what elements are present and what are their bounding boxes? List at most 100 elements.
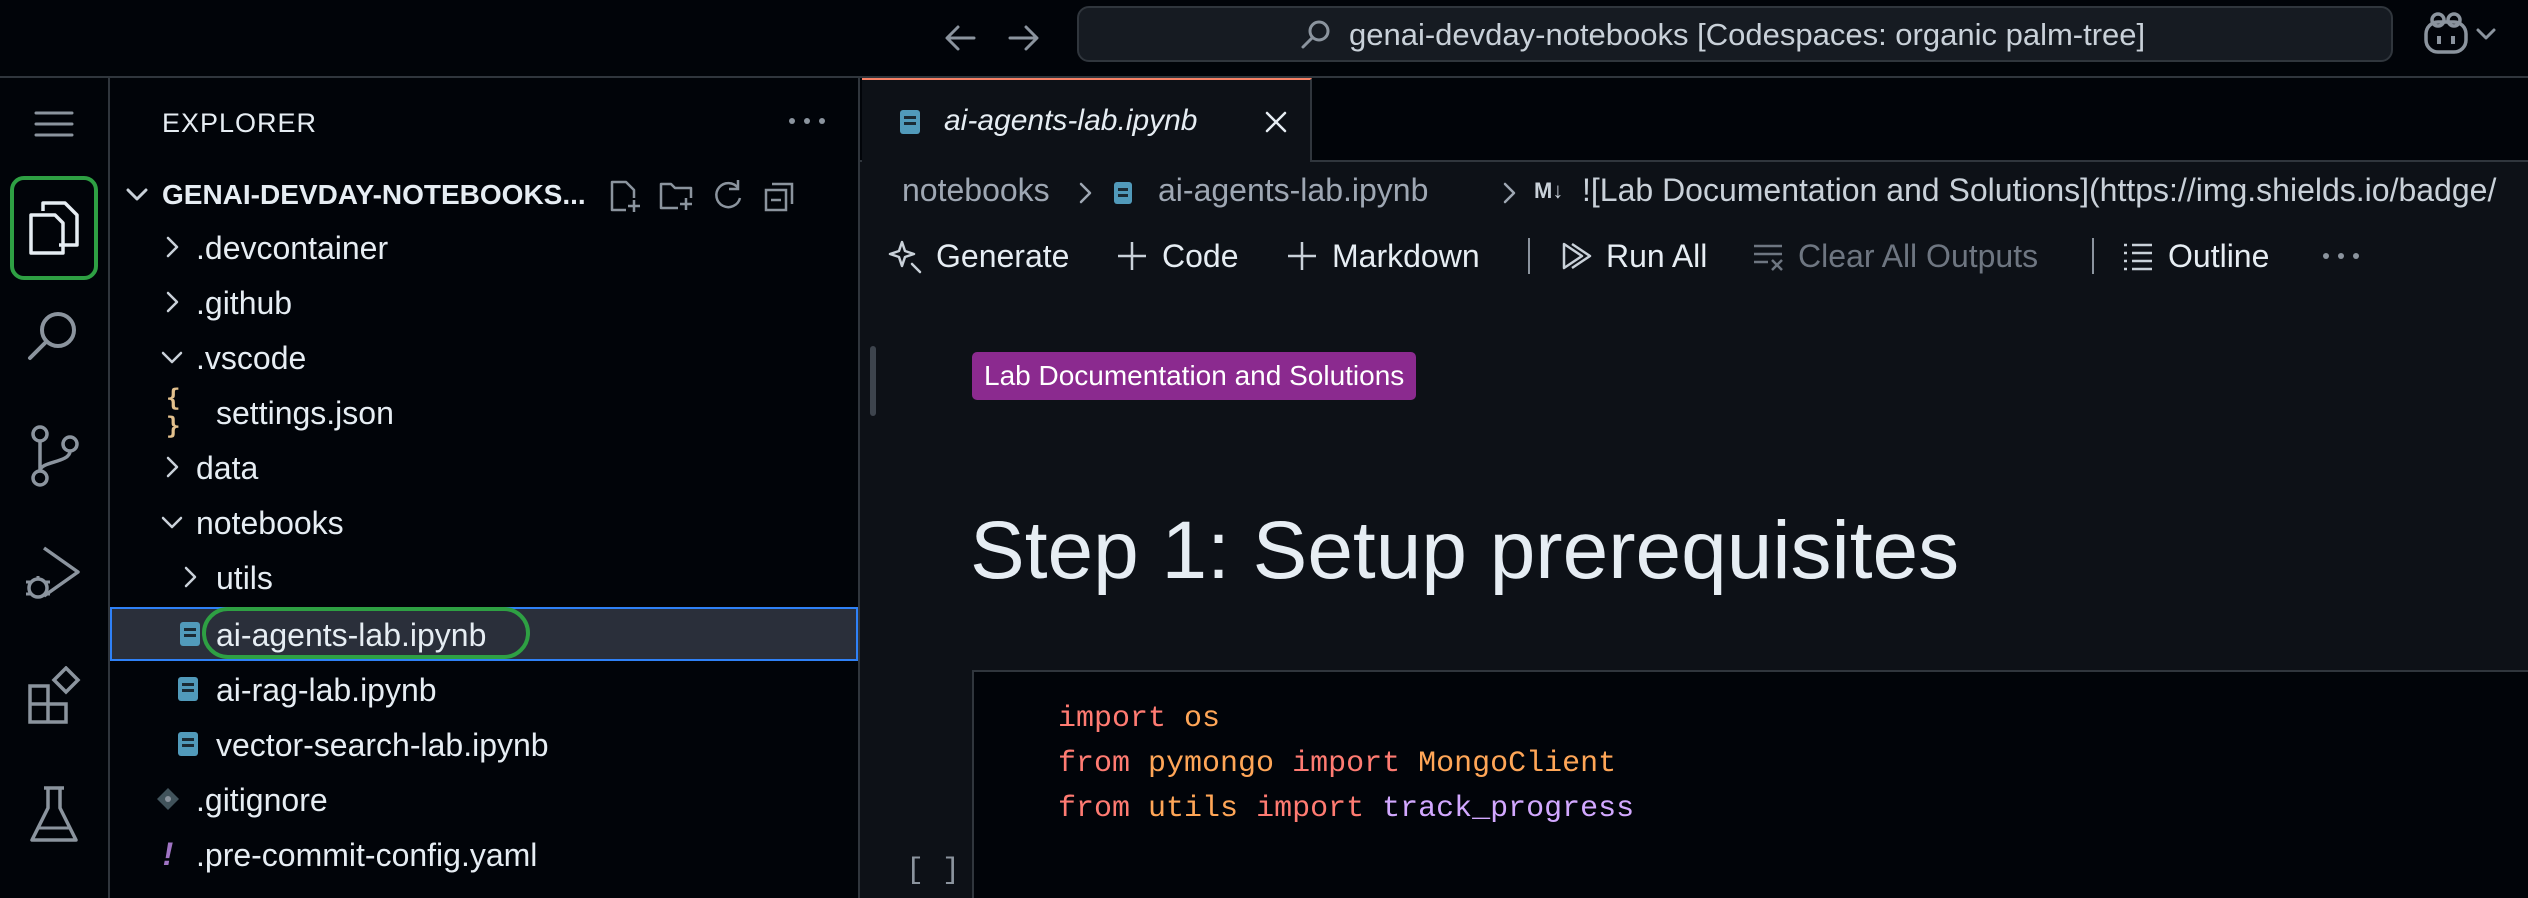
git-diamond-icon: [154, 785, 182, 813]
tree-item-ai-rag-lab[interactable]: ai-rag-lab.ipynb: [110, 662, 858, 716]
explorer-title: EXPLORER: [162, 108, 318, 138]
tree-item-pre-commit-config[interactable]: ! .pre-commit-config.yaml: [110, 827, 858, 881]
notebook-icon: [898, 108, 924, 136]
close-icon[interactable]: [1262, 108, 1290, 136]
tree-item-label: .gitignore: [196, 782, 328, 818]
add-markdown-cell-button[interactable]: Markdown: [1284, 228, 1480, 284]
breadcrumb-folder[interactable]: notebooks: [902, 172, 1050, 209]
tree-item-label: settings.json: [216, 395, 394, 431]
breadcrumb-file[interactable]: ai-agents-lab.ipynb: [1158, 172, 1428, 209]
workspace-root-folder[interactable]: GENAI-DEVDAY-NOTEBOOKS...: [110, 168, 858, 220]
tree-item-vscode[interactable]: .vscode: [110, 330, 858, 384]
add-code-cell-button[interactable]: Code: [1114, 228, 1239, 284]
code-token: from: [1058, 792, 1131, 826]
lab-docs-badge[interactable]: Lab Documentation and Solutions: [972, 352, 1417, 400]
run-all-icon: [1562, 242, 1592, 270]
code-line: from pymongo import MongoClient: [1058, 747, 1616, 781]
code-token: track_progress: [1382, 792, 1635, 826]
copilot-menu-button[interactable]: [2422, 12, 2502, 58]
tree-item-devcontainer[interactable]: .devcontainer: [110, 220, 858, 274]
chevron-down-icon: [158, 343, 186, 371]
tree-item-label: ai-agents-lab.ipynb: [216, 617, 487, 653]
scroll-indicator[interactable]: [870, 346, 876, 416]
chevron-down-icon: [122, 180, 152, 210]
run-all-button[interactable]: Run All: [1558, 228, 1707, 284]
plus-icon: [1118, 242, 1146, 270]
refresh-icon[interactable]: [710, 178, 746, 214]
run-all-label: Run All: [1606, 237, 1708, 274]
tree-item-label: .devcontainer: [196, 230, 389, 266]
breadcrumb-cell[interactable]: ![Lab Documentation and Solutions](https…: [1582, 172, 2496, 209]
tree-item-label: notebooks: [196, 505, 344, 541]
tab-strip: ai-agents-lab.ipynb: [860, 78, 2528, 162]
outline-list-icon: [2124, 243, 2152, 271]
collapse-all-icon[interactable]: [762, 178, 798, 214]
code-token: import: [1256, 792, 1365, 826]
chevron-right-icon: [176, 563, 204, 591]
tree-item-github[interactable]: .github: [110, 275, 858, 329]
code-token: pymongo: [1148, 747, 1275, 781]
extensions-icon[interactable]: [12, 654, 96, 738]
code-token: import: [1292, 747, 1401, 781]
notebook-toolbar: Generate Code Markdown Run All Clear All…: [860, 228, 2528, 284]
chevron-right-icon: [158, 453, 186, 481]
tree-item-gitignore[interactable]: .gitignore: [110, 772, 858, 826]
back-arrow-icon[interactable]: [940, 18, 980, 58]
tree-item-notebooks[interactable]: notebooks: [110, 495, 858, 549]
code-token: import: [1058, 702, 1167, 736]
tree-item-settings-json[interactable]: { } settings.json: [110, 384, 858, 440]
code-line: import os: [1058, 702, 1220, 736]
tree-item-utils[interactable]: utils: [110, 550, 858, 604]
clear-all-outputs-button[interactable]: Clear All Outputs: [1750, 228, 2038, 284]
notebook-icon: [174, 675, 202, 703]
tree-item-data[interactable]: data: [110, 440, 858, 494]
execution-count: [ ]: [906, 854, 961, 888]
command-center-text: genai-devday-notebooks [Codespaces: orga…: [1349, 17, 2146, 52]
json-file-icon: { }: [166, 384, 181, 440]
markdown-icon: M↓: [1534, 178, 1564, 203]
chevron-right-icon: [1498, 180, 1520, 206]
generate-button[interactable]: Generate: [888, 228, 1069, 284]
editor-area: ai-agents-lab.ipynb notebooks ai-agents-…: [860, 78, 2528, 898]
notebook-icon: [1112, 178, 1136, 208]
explorer-icon[interactable]: [10, 176, 98, 280]
tree-item-label: ai-rag-lab.ipynb: [216, 672, 437, 708]
forward-arrow-icon[interactable]: [1004, 18, 1044, 58]
new-file-icon[interactable]: [606, 178, 642, 214]
outline-label: Outline: [2168, 237, 2270, 274]
outline-button[interactable]: Outline: [2120, 228, 2269, 284]
generate-label: Generate: [936, 237, 1070, 274]
clear-outputs-icon: [1754, 244, 1783, 271]
toolbar-more-icon[interactable]: [2320, 228, 2362, 284]
run-debug-icon[interactable]: [12, 532, 96, 616]
code-token: os: [1184, 702, 1221, 736]
tab-ai-agents-lab[interactable]: ai-agents-lab.ipynb: [862, 78, 1312, 162]
chevron-down-icon: [158, 508, 186, 536]
new-folder-icon[interactable]: [658, 178, 694, 214]
source-control-icon[interactable]: [12, 414, 96, 498]
code-cell[interactable]: import os from pymongo import MongoClien…: [972, 670, 2528, 898]
code-token: from: [1058, 747, 1131, 781]
clear-outputs-label: Clear All Outputs: [1798, 237, 2039, 274]
toolbar-divider: [2092, 238, 2094, 274]
notebook-icon: [176, 620, 204, 648]
yaml-file-icon: !: [162, 835, 174, 872]
copilot-icon: [2424, 12, 2468, 54]
testing-flask-icon[interactable]: [12, 774, 96, 858]
command-center-search[interactable]: genai-devday-notebooks [Codespaces: orga…: [1077, 6, 2393, 62]
tree-item-label: utils: [216, 560, 273, 596]
tree-item-ai-agents-lab[interactable]: ai-agents-lab.ipynb: [110, 607, 858, 661]
tree-item-vector-search-lab[interactable]: vector-search-lab.ipynb: [110, 717, 858, 771]
more-actions-icon[interactable]: [786, 106, 828, 136]
menu-icon[interactable]: [12, 102, 96, 146]
explorer-panel: EXPLORER GENAI-DEVDAY-NOTEBOOKS... .devc…: [110, 78, 860, 898]
chevron-right-icon: [158, 233, 186, 261]
search-icon[interactable]: [12, 294, 96, 378]
markdown-label: Markdown: [1332, 237, 1480, 274]
sparkle-icon: [888, 240, 922, 274]
